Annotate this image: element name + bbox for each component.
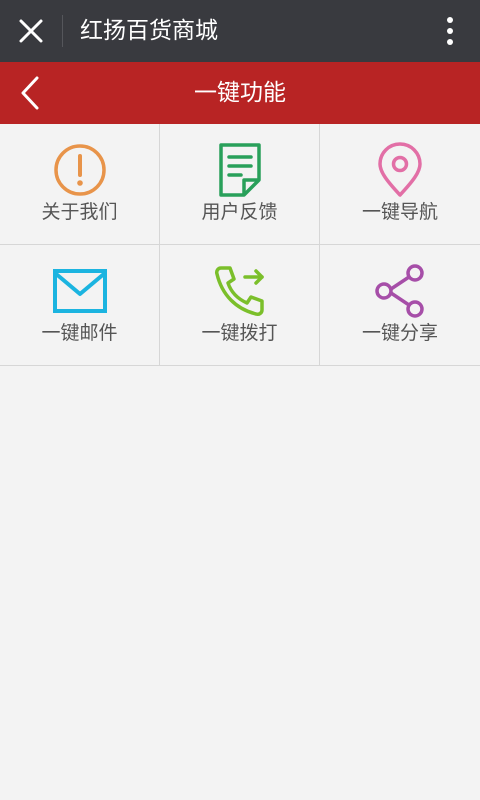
grid-item-label: 一键拨打 [201,322,278,344]
grid-item-label: 一键分享 [361,322,438,344]
topbar-divider [62,15,63,47]
close-button[interactable] [0,0,62,62]
app-title: 红扬百货商城 [80,18,218,44]
grid-item-label: 用户反馈 [201,201,278,223]
location-pin-icon [378,142,422,197]
grid-item-call[interactable]: 一键拨打 [160,245,320,365]
function-grid: 关于我们 用户反馈 一键导航 一键邮件 一键拨打 一键分享 [0,124,480,366]
more-vertical-icon [447,17,453,45]
chevron-left-icon [21,76,39,110]
grid-item-navigate[interactable]: 一键导航 [320,124,480,244]
phone-call-icon [214,266,264,316]
more-menu-button[interactable] [420,0,480,62]
mail-icon [52,269,107,313]
back-button[interactable] [0,62,60,124]
grid-item-label: 一键邮件 [41,322,118,344]
info-alert-icon [53,144,106,196]
close-icon [19,19,43,43]
grid-item-share[interactable]: 一键分享 [320,245,480,365]
grid-item-about-us[interactable]: 关于我们 [0,124,160,244]
page-title: 一键功能 [194,80,286,106]
document-feedback-icon [218,143,261,197]
grid-item-email[interactable]: 一键邮件 [0,245,160,365]
grid-item-label: 一键导航 [361,201,438,223]
share-icon [375,264,424,318]
page-header: 一键功能 [0,62,480,124]
top-app-bar: 红扬百货商城 [0,0,480,62]
grid-item-label: 关于我们 [41,201,118,223]
grid-item-feedback[interactable]: 用户反馈 [160,124,320,244]
